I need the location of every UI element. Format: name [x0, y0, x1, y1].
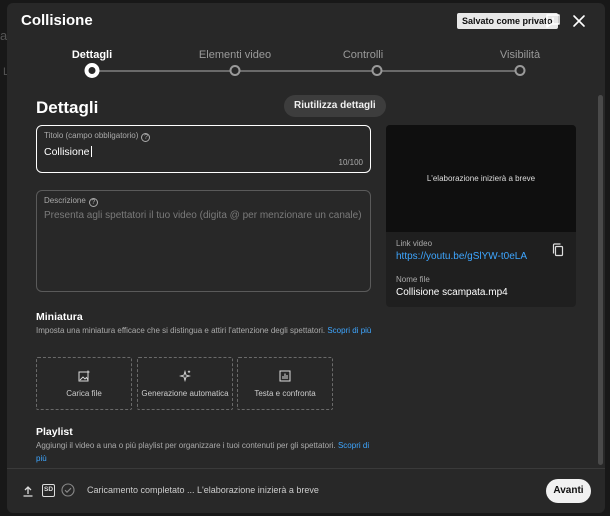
- help-icon[interactable]: ?: [88, 198, 98, 207]
- file-name: Collisione scampata.mp4: [396, 287, 508, 298]
- upload-thumbnail-label: Carica file: [66, 389, 102, 398]
- title-input[interactable]: Collisione: [44, 146, 92, 158]
- step-label-controlli[interactable]: Controlli: [343, 49, 383, 61]
- thumbnail-learn-more-link[interactable]: Scopri di più: [327, 326, 371, 335]
- scrollbar[interactable]: [598, 95, 603, 465]
- step-label-visibilita[interactable]: Visibilità: [500, 49, 540, 61]
- file-name-label: Nome file: [396, 275, 430, 284]
- reuse-details-button[interactable]: Riutilizza dettagli: [284, 95, 386, 117]
- title-field-label: Titolo (campo obbligatorio)?: [44, 131, 151, 142]
- test-compare-thumbnail-button[interactable]: Testa e confronta: [237, 357, 333, 410]
- text-caret: [90, 146, 92, 157]
- close-icon[interactable]: [570, 12, 588, 30]
- chart-icon: [279, 370, 291, 382]
- step-dot-dettagli[interactable]: [84, 63, 100, 78]
- sd-quality-icon: SD: [42, 484, 55, 497]
- step-dot-elementi-video[interactable]: [229, 65, 241, 76]
- description-label-text: Descrizione: [44, 196, 86, 205]
- title-label-text: Titolo (campo obbligatorio): [44, 131, 139, 140]
- section-title: Dettagli: [36, 98, 99, 117]
- thumbnail-description: Imposta una miniatura efficace che si di…: [36, 324, 381, 337]
- step-label-elementi-video[interactable]: Elementi video: [199, 49, 271, 61]
- upload-stepper: Dettagli Elementi video Controlli Visibi…: [7, 43, 605, 83]
- feedback-icon[interactable]: [544, 12, 562, 30]
- upload-thumbnail-button[interactable]: Carica file: [36, 357, 132, 410]
- processing-message: L'elaborazione inizierà a breve: [426, 174, 536, 183]
- stepper-line: [92, 70, 235, 72]
- playlist-description: Aggiungi il video a una o più playlist p…: [36, 439, 381, 465]
- stepper-line: [377, 70, 520, 72]
- step-label-dettagli[interactable]: Dettagli: [72, 49, 112, 61]
- saved-status-badge: Salvato come privato: [457, 13, 558, 29]
- title-field[interactable]: Titolo (campo obbligatorio)? Collisione …: [36, 125, 371, 173]
- description-field[interactable]: Descrizione? Presenta agli spettatori il…: [36, 190, 371, 292]
- thumbnail-text: Imposta una miniatura efficace che si di…: [36, 326, 326, 335]
- video-link[interactable]: https://youtu.be/gSlYW-t0eLA: [396, 251, 527, 262]
- sparkle-icon: [179, 370, 191, 382]
- playlist-text: Aggiungi il video a una o più playlist p…: [36, 441, 336, 450]
- dialog-title: Collisione: [21, 12, 93, 29]
- upload-dialog: Collisione Salvato come privato Dettagli…: [7, 3, 605, 513]
- title-input-value: Collisione: [44, 146, 90, 158]
- playlist-heading: Playlist: [36, 426, 73, 438]
- check-circle-icon: [61, 483, 75, 497]
- upload-status-text: Caricamento completato ... L'elaborazion…: [87, 485, 319, 495]
- upload-icon: [23, 486, 33, 497]
- stepper-line: [235, 70, 377, 72]
- video-link-label: Link video: [396, 239, 433, 248]
- copy-icon[interactable]: [551, 243, 565, 257]
- dialog-header: Collisione Salvato come privato: [7, 3, 605, 39]
- description-input[interactable]: Presenta agli spettatori il tuo video (d…: [44, 210, 362, 221]
- thumbnail-heading: Miniatura: [36, 311, 83, 323]
- step-dot-controlli[interactable]: [371, 65, 383, 76]
- image-upload-icon: [78, 370, 90, 382]
- auto-generate-thumbnail-button[interactable]: Generazione automatica: [137, 357, 233, 410]
- title-char-counter: 10/100: [338, 158, 363, 167]
- details-form: Dettagli Riutilizza dettagli Titolo (cam…: [7, 87, 605, 467]
- step-dot-visibilita[interactable]: [514, 65, 526, 76]
- help-icon[interactable]: ?: [141, 133, 151, 142]
- video-preview-panel: L'elaborazione inizierà a breve Link vid…: [386, 125, 576, 307]
- description-field-label: Descrizione?: [44, 196, 98, 207]
- auto-generate-label: Generazione automatica: [141, 389, 229, 398]
- test-compare-label: Testa e confronta: [254, 389, 316, 398]
- next-button[interactable]: Avanti: [546, 479, 591, 503]
- dialog-footer: SD Caricamento completato ... L'elaboraz…: [7, 468, 605, 513]
